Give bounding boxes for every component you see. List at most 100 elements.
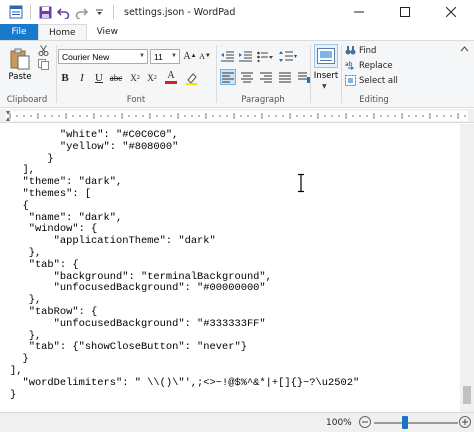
shrink-font-icon[interactable]: A ▼ <box>198 49 212 63</box>
document-line[interactable]: } <box>10 389 359 402</box>
binoculars-icon <box>345 46 356 55</box>
document-line[interactable]: ], <box>10 365 359 378</box>
align-center-icon[interactable] <box>239 69 255 85</box>
divider <box>216 45 217 103</box>
find-button[interactable]: Find <box>345 45 376 56</box>
strikethrough-icon[interactable]: abc <box>109 71 123 85</box>
divider <box>30 5 31 19</box>
insert-label[interactable]: Insert <box>312 71 340 81</box>
font-group: Courier New ▼ 11 ▼ A ▲ A ▼ B I U abc X2 X2… <box>58 41 214 107</box>
insert-picture-icon[interactable] <box>314 44 338 68</box>
ruler[interactable] <box>0 109 474 123</box>
underline-icon[interactable]: U <box>92 71 106 85</box>
paragraph-group: Paragraph <box>218 41 311 107</box>
document-area[interactable]: "white": "#C0C0C0", "yellow": "#808000" … <box>0 124 474 412</box>
ribbon: Paste Clipboard Courier New ▼ 11 ▼ A ▲ A ▼… <box>0 40 474 108</box>
line-spacing-icon[interactable] <box>278 49 298 63</box>
document-line[interactable]: "yellow": "#808000" <box>10 141 359 154</box>
chevron-down-icon[interactable]: ▼ <box>322 83 327 90</box>
tab-file[interactable]: File <box>0 24 38 40</box>
document-line[interactable]: "tab": {"showCloseButton": "never"} <box>10 342 359 354</box>
clipboard-group-label: Clipboard <box>6 95 48 105</box>
maximize-button[interactable] <box>382 0 428 24</box>
zoom-slider[interactable] <box>374 422 458 424</box>
minus-icon <box>359 416 371 428</box>
list-bullets-icon[interactable] <box>256 49 274 63</box>
redo-icon[interactable] <box>73 4 89 20</box>
tab-view[interactable]: View <box>87 24 128 40</box>
paragraph-group-label: Paragraph <box>241 95 285 105</box>
window-title: settings.json - WordPad <box>124 6 236 18</box>
insert-group: Insert ▼ <box>312 41 340 107</box>
font-family-select[interactable]: Courier New ▼ <box>58 49 148 64</box>
font-size-value: 11 <box>154 51 163 62</box>
ruler-ticks <box>6 111 466 121</box>
paste-icon <box>10 48 30 70</box>
divider <box>56 45 57 103</box>
title-bar: settings.json - WordPad <box>0 0 474 24</box>
document-line[interactable]: { <box>10 200 359 213</box>
tab-home[interactable]: Home <box>38 24 87 40</box>
select-all-label: Select all <box>359 75 398 86</box>
replace-label: Replace <box>359 60 393 71</box>
document-line[interactable]: } <box>10 353 359 366</box>
zoom-level: 100% <box>326 418 352 428</box>
bold-icon[interactable]: B <box>58 71 72 85</box>
document-text[interactable]: "white": "#C0C0C0", "yellow": "#808000" … <box>10 129 359 402</box>
ibeam-cursor-icon <box>298 173 304 193</box>
divider <box>113 5 114 19</box>
ribbon-tabs: File Home View <box>0 24 474 40</box>
document-line[interactable]: "tab": { <box>10 259 359 272</box>
minimize-button[interactable] <box>336 0 382 24</box>
zoom-slider-thumb[interactable] <box>402 416 408 429</box>
divider <box>310 45 311 103</box>
justify-icon[interactable] <box>277 69 293 85</box>
close-button[interactable] <box>428 0 474 24</box>
document-line[interactable]: "applicationTheme": "dark" <box>10 235 359 248</box>
plus-icon <box>459 416 471 428</box>
replace-icon: ab <box>345 61 355 70</box>
font-size-select[interactable]: 11 ▼ <box>150 49 180 64</box>
zoom-out-button[interactable] <box>358 414 372 430</box>
select-all-icon <box>345 75 356 86</box>
font-color-icon[interactable]: A <box>164 70 178 84</box>
status-bar: 100% <box>0 412 474 432</box>
copy-icon[interactable] <box>37 58 49 70</box>
editing-group: Find ab Replace Select all Editing <box>343 41 405 107</box>
collapse-ribbon-icon[interactable] <box>458 43 470 55</box>
customize-toolbar-chevron-icon[interactable] <box>91 4 107 20</box>
undo-icon[interactable] <box>55 4 71 20</box>
scrollbar-thumb[interactable] <box>463 386 471 404</box>
superscript-icon[interactable]: X2 <box>145 71 159 85</box>
document-line[interactable]: "wordDelimiters": " \\()\"',;<>~!@$%^&*|… <box>10 377 359 390</box>
replace-button[interactable]: ab Replace <box>345 60 393 71</box>
decrease-indent-icon[interactable] <box>220 49 234 63</box>
zoom-in-button[interactable] <box>458 414 472 430</box>
save-icon[interactable] <box>37 4 53 20</box>
document-line[interactable]: } <box>10 153 359 166</box>
document-line[interactable]: "themes": [ <box>10 188 359 201</box>
highlight-color-icon[interactable] <box>184 71 198 85</box>
document-line[interactable]: }, <box>10 247 359 260</box>
cut-icon[interactable] <box>37 44 49 56</box>
quick-access-toolbar <box>0 0 118 24</box>
align-left-icon[interactable] <box>220 69 236 85</box>
vertical-scrollbar[interactable] <box>460 124 474 412</box>
align-right-icon[interactable] <box>258 69 274 85</box>
font-group-label: Font <box>126 95 146 105</box>
increase-indent-icon[interactable] <box>238 49 252 63</box>
document-line[interactable]: "tabRow": { <box>10 306 359 319</box>
editing-group-label: Editing <box>359 95 389 105</box>
paste-label: Paste <box>8 72 32 82</box>
find-label: Find <box>359 45 377 56</box>
subscript-icon[interactable]: X2 <box>128 71 142 85</box>
font-family-value: Courier New <box>62 51 110 62</box>
select-all-button[interactable]: Select all <box>345 75 398 86</box>
grow-font-icon[interactable]: A ▲ <box>183 49 197 63</box>
document-line[interactable]: "unfocusedBackground": "#00000000" <box>10 283 359 295</box>
italic-icon[interactable]: I <box>75 71 89 85</box>
paste-button[interactable]: Paste <box>6 45 34 85</box>
wordpad-app-icon[interactable] <box>8 4 24 20</box>
document-line[interactable]: "unfocusedBackground": "#333333FF" <box>10 318 359 331</box>
divider <box>341 45 342 103</box>
